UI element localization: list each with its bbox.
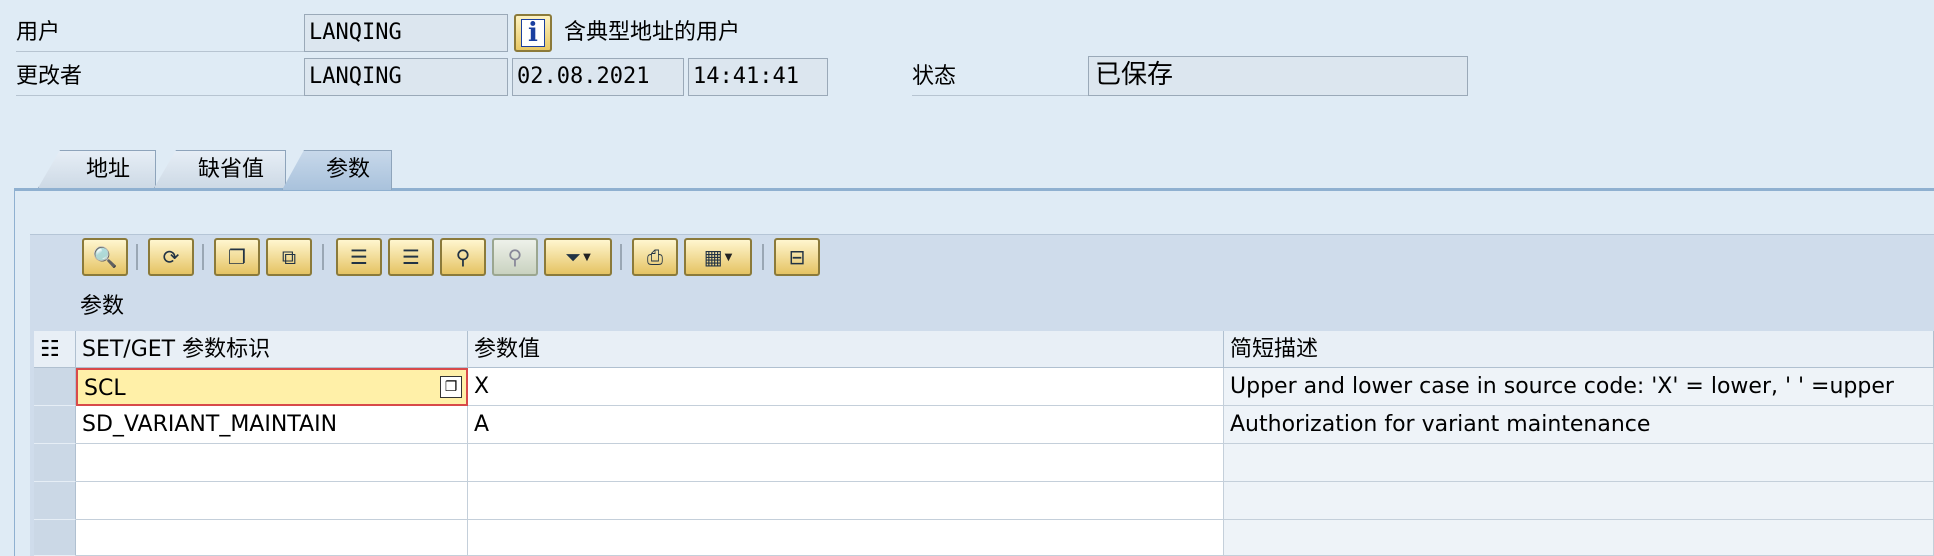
column-header-description[interactable]: 简短描述 bbox=[1224, 331, 1934, 368]
details-button[interactable]: 🔍 bbox=[82, 238, 128, 276]
changed-by-field[interactable]: LANQING bbox=[304, 58, 508, 96]
column-header-value[interactable]: 参数值 bbox=[468, 331, 1224, 368]
changed-date-field[interactable]: 02.08.2021 bbox=[512, 58, 684, 96]
layout-button[interactable]: ▦ ▼ bbox=[684, 238, 752, 276]
table-cell-value[interactable]: A bbox=[468, 406, 1224, 444]
table-cell-description bbox=[1224, 482, 1934, 520]
table-cell-description bbox=[1224, 444, 1934, 482]
user-label: 用户 bbox=[16, 18, 306, 52]
toolbar-separator bbox=[136, 244, 138, 270]
copy-button[interactable]: ⧉ bbox=[266, 238, 312, 276]
dropdown-arrow-icon: ▼ bbox=[724, 251, 733, 263]
filter-button[interactable]: ⏷ ▼ bbox=[544, 238, 612, 276]
sort-ascending-button[interactable]: ☰ bbox=[336, 238, 382, 276]
info-button[interactable]: i bbox=[514, 14, 552, 52]
row-selector[interactable] bbox=[34, 444, 76, 482]
table-cell-param-id[interactable]: SD_VARIANT_MAINTAIN bbox=[76, 406, 468, 444]
table-cell-value[interactable]: X bbox=[468, 368, 1224, 406]
toolbar-separator bbox=[202, 244, 204, 270]
table-cell-value[interactable] bbox=[468, 520, 1224, 556]
print-icon: ⎙ bbox=[647, 245, 663, 269]
row-selector[interactable] bbox=[34, 368, 76, 406]
grid-title: 参数 bbox=[80, 294, 125, 319]
select-all-icon[interactable]: ☷ bbox=[34, 331, 76, 368]
row-selector[interactable] bbox=[34, 406, 76, 444]
filter-icon: ⏷ bbox=[565, 245, 582, 269]
refresh-button[interactable]: ⟳ bbox=[148, 238, 194, 276]
tab-parameters[interactable]: 参数 bbox=[282, 150, 392, 190]
info-icon: i bbox=[521, 19, 545, 47]
sort-descending-icon: ☰ bbox=[402, 245, 420, 269]
changed-by-label: 更改者 bbox=[16, 62, 306, 96]
print-button[interactable]: ⎙ bbox=[632, 238, 678, 276]
user-description: 含典型地址的用户 bbox=[564, 20, 741, 45]
toolbar-separator bbox=[620, 244, 622, 270]
table-cell-param-id[interactable]: SCL ❐ bbox=[76, 368, 468, 406]
tab-address[interactable]: 地址 bbox=[38, 150, 156, 188]
find-next-icon: ⚲ bbox=[507, 245, 523, 269]
table-cell-description bbox=[1224, 520, 1934, 556]
table-cell-param-id[interactable] bbox=[76, 520, 468, 556]
refresh-icon: ⟳ bbox=[162, 245, 180, 269]
tab-defaults[interactable]: 缺省值 bbox=[154, 150, 286, 188]
find-icon: ⚲ bbox=[455, 245, 471, 269]
copy-icon: ⧉ bbox=[281, 245, 297, 269]
copy-row-button[interactable]: ❐ bbox=[214, 238, 260, 276]
row-selector[interactable] bbox=[34, 482, 76, 520]
table-cell-value[interactable] bbox=[468, 482, 1224, 520]
sort-descending-button[interactable]: ☰ bbox=[388, 238, 434, 276]
layout-icon: ▦ bbox=[703, 245, 723, 269]
table-cell-param-id[interactable] bbox=[76, 482, 468, 520]
find-next-button[interactable]: ⚲ bbox=[492, 238, 538, 276]
cell-text: SCL bbox=[84, 376, 126, 401]
user-field[interactable]: LANQING bbox=[304, 14, 508, 52]
delete-row-button[interactable]: ⊟ bbox=[774, 238, 820, 276]
sort-ascending-icon: ☰ bbox=[350, 245, 368, 269]
changed-time-field[interactable]: 14:41:41 bbox=[688, 58, 828, 96]
status-label: 状态 bbox=[912, 62, 1092, 96]
find-button[interactable]: ⚲ bbox=[440, 238, 486, 276]
table-cell-description: Upper and lower case in source code: 'X'… bbox=[1224, 368, 1934, 406]
status-field[interactable]: 已保存 bbox=[1088, 56, 1468, 96]
value-help-icon[interactable]: ❐ bbox=[440, 376, 462, 398]
table-cell-value[interactable] bbox=[468, 444, 1224, 482]
toolbar-separator bbox=[322, 244, 324, 270]
dropdown-arrow-icon: ▼ bbox=[583, 251, 591, 263]
table-cell-description: Authorization for variant maintenance bbox=[1224, 406, 1934, 444]
delete-row-icon: ⊟ bbox=[788, 245, 806, 269]
column-header-param-id[interactable]: SET/GET 参数标识 bbox=[76, 331, 468, 368]
details-icon: 🔍 bbox=[92, 245, 118, 269]
copy-row-icon: ❐ bbox=[228, 245, 246, 269]
row-selector[interactable] bbox=[34, 520, 76, 556]
toolbar-separator bbox=[762, 244, 764, 270]
table-cell-param-id[interactable] bbox=[76, 444, 468, 482]
